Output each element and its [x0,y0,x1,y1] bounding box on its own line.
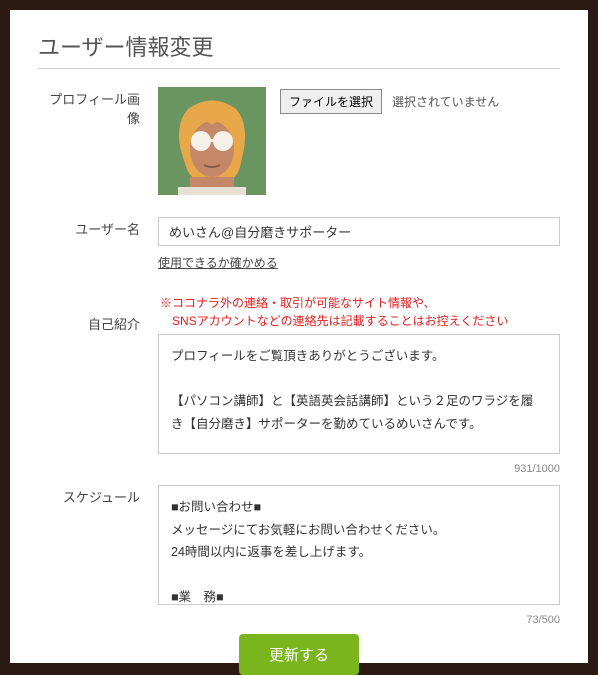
check-availability-link[interactable]: 使用できるか確かめる [158,254,278,271]
avatar [158,87,266,195]
file-select-button[interactable]: ファイルを選択 [280,89,382,114]
intro-row: 自己紹介 ※ココナラ外の連絡・取引が可能なサイト情報や、 SNSアカウントなどの… [38,294,560,475]
schedule-textarea[interactable] [158,485,560,605]
intro-textarea[interactable] [158,334,560,454]
username-label: ユーザー名 [38,217,158,238]
page-title: ユーザー情報変更 [38,30,560,62]
file-status-text: 選択されていません [392,93,499,110]
submit-button[interactable]: 更新する [239,634,359,675]
profile-image-label: プロフィール画像 [38,87,158,127]
user-info-form: ユーザー情報変更 プロフィール画像 ファイルを選択 [10,10,588,663]
schedule-row: スケジュール 73/500 [38,485,560,626]
schedule-label: スケジュール [38,485,158,506]
intro-label: 自己紹介 [38,294,158,333]
divider [38,68,560,69]
username-input[interactable] [158,217,560,246]
profile-image-row: プロフィール画像 ファイルを選択 選択されていません [38,87,560,195]
intro-warning: ※ココナラ外の連絡・取引が可能なサイト情報や、 SNSアカウントなどの連絡先は記… [158,294,560,330]
username-row: ユーザー名 使用できるか確かめる [38,217,560,272]
avatar-icon [158,87,266,195]
schedule-counter: 73/500 [158,614,560,626]
intro-counter: 931/1000 [158,463,560,475]
